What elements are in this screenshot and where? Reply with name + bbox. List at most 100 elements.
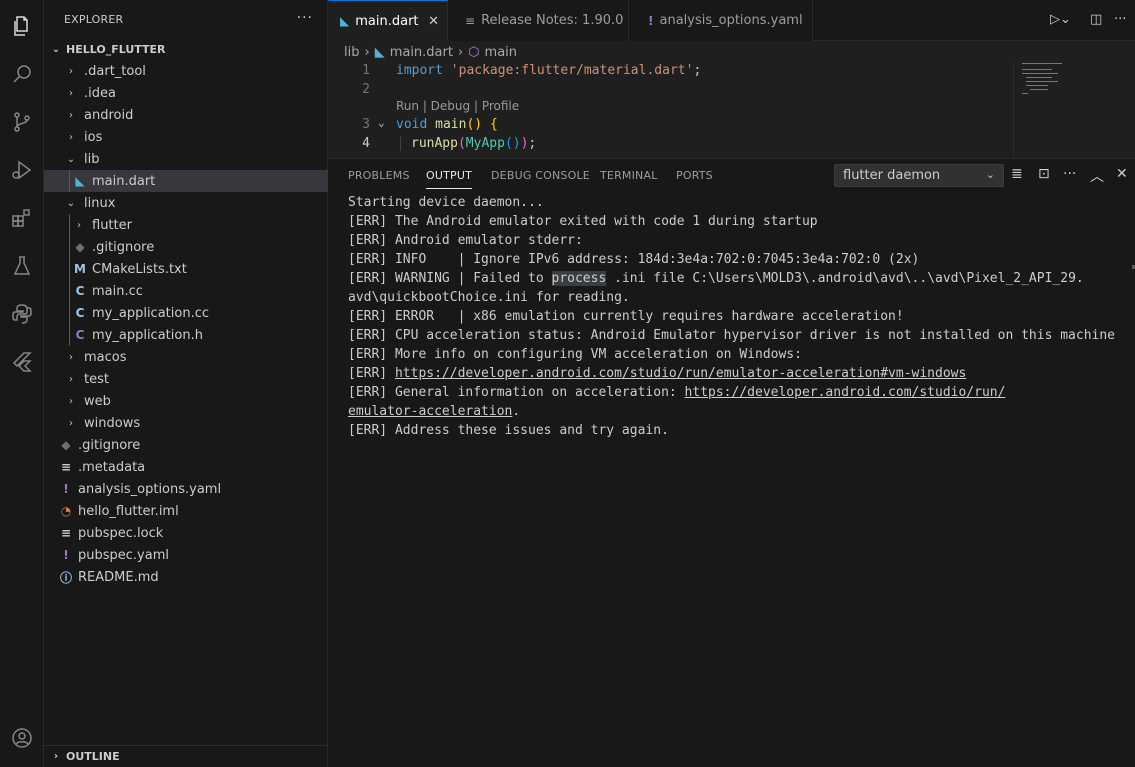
more-actions-icon[interactable]: ··· xyxy=(297,10,313,26)
tree-item[interactable]: ◣ main.dart xyxy=(44,170,328,192)
lines-file-icon: ≡ xyxy=(60,526,72,540)
python-icon[interactable] xyxy=(0,294,44,334)
output-link[interactable]: https://developer.android.com/studio/run… xyxy=(685,385,1006,400)
breadcrumb-folder[interactable]: lib xyxy=(344,45,359,60)
lock-scroll-icon[interactable]: ⊡ xyxy=(1038,166,1050,182)
tree-item-label: .dart_tool xyxy=(84,63,146,79)
tree-item-label: analysis_options.yaml xyxy=(78,481,222,497)
tree-item[interactable]: › test xyxy=(44,368,328,390)
more-actions-icon[interactable]: ··· xyxy=(1114,12,1126,27)
tree-item[interactable]: ⓘ README.md xyxy=(44,566,328,588)
flutter-icon[interactable] xyxy=(0,342,44,382)
tab-problems[interactable]: PROBLEMS xyxy=(348,169,410,182)
tree-item[interactable]: ◆ .gitignore xyxy=(44,236,328,258)
chevron-right-icon: › xyxy=(69,87,73,99)
tree-item[interactable]: ≡ pubspec.lock xyxy=(44,522,328,544)
tree-item[interactable]: › .idea xyxy=(44,82,328,104)
search-icon[interactable] xyxy=(0,54,44,94)
tree-item[interactable]: Cmain.cc xyxy=(44,280,328,302)
code-lens[interactable]: Run | Debug | Profile xyxy=(396,99,519,113)
tab-terminal[interactable]: TERMINAL xyxy=(600,169,658,182)
extensions-icon[interactable] xyxy=(0,198,44,238)
fold-chevron-icon[interactable]: ⌄ xyxy=(378,116,385,129)
project-section-header[interactable]: ⌄ HELLO_FLUTTER xyxy=(44,38,328,60)
tree-item[interactable]: › flutter xyxy=(44,214,328,236)
testing-icon[interactable] xyxy=(0,246,44,286)
tree-item-label: .idea xyxy=(84,85,116,101)
maximize-panel-icon[interactable]: ︿ xyxy=(1090,166,1104,186)
tree-item[interactable]: ! analysis_options.yaml xyxy=(44,478,328,500)
tree-item[interactable]: ⌄ linux xyxy=(44,192,328,214)
tree-item[interactable]: ≡ .metadata xyxy=(44,456,328,478)
tab-main-dart[interactable]: ◣ main.dart ✕ xyxy=(328,0,448,41)
output-line: [ERR] Android emulator stderr: xyxy=(348,233,583,248)
cpp-file-icon: C xyxy=(75,284,85,298)
more-actions-icon[interactable]: ··· xyxy=(1063,166,1076,182)
cmake-file-icon: M xyxy=(74,262,86,276)
output-line: [ERR] INFO | Ignore IPv6 address: 184d:3… xyxy=(348,252,920,267)
run-debug-icon[interactable] xyxy=(0,150,44,190)
split-editor-icon[interactable]: ◫ xyxy=(1090,12,1102,27)
tab-output[interactable]: OUTPUT xyxy=(426,169,473,189)
tree-item-label: main.cc xyxy=(92,283,143,299)
tab-label: analysis_options.yaml xyxy=(659,13,803,28)
code-editor[interactable]: 1 import 'package:flutter/material.dart'… xyxy=(328,63,1135,158)
output-line: [ERR] General information on acceleratio… xyxy=(348,385,1006,400)
tree-item[interactable]: ! pubspec.yaml xyxy=(44,544,328,566)
account-icon[interactable] xyxy=(0,718,44,758)
tree-item[interactable]: › android xyxy=(44,104,328,126)
output-link[interactable]: emulator-acceleration xyxy=(348,404,512,419)
tree-item-label: flutter xyxy=(92,217,132,233)
tree-item[interactable]: › macos xyxy=(44,346,328,368)
chevron-down-icon: ⌄ xyxy=(66,153,76,165)
source-control-icon[interactable] xyxy=(0,102,44,142)
line-number: 1 xyxy=(362,63,370,78)
close-tab-icon[interactable]: ✕ xyxy=(428,14,439,29)
chevron-right-icon: › xyxy=(77,219,81,231)
tree-item-label: linux xyxy=(84,195,116,211)
tree-item-label: pubspec.lock xyxy=(78,525,164,541)
preview-icon: ≡ xyxy=(465,13,476,28)
tree-item[interactable]: ◆ .gitignore xyxy=(44,434,328,456)
tree-item[interactable]: M CMakeLists.txt xyxy=(44,258,328,280)
output-line: [ERR] WARNING | Failed to process .ini f… xyxy=(348,271,1084,286)
run-dropdown-icon[interactable]: ▷⌄ xyxy=(1050,12,1071,27)
output-log[interactable]: Starting device daemon... [ERR] The Andro… xyxy=(348,193,1128,440)
chevron-right-icon: › xyxy=(69,131,73,143)
project-name: HELLO_FLUTTER xyxy=(66,42,166,56)
breadcrumb-symbol[interactable]: main xyxy=(485,45,517,60)
tree-item[interactable]: Cmy_application.cc xyxy=(44,302,328,324)
output-channel-select[interactable]: flutter daemon ⌄ xyxy=(834,164,1004,187)
tree-item[interactable]: › ios xyxy=(44,126,328,148)
tree-item-label: CMakeLists.txt xyxy=(92,261,187,277)
tree-item[interactable]: Cmy_application.h xyxy=(44,324,328,346)
tree-item[interactable]: › web xyxy=(44,390,328,412)
tab-ports[interactable]: PORTS xyxy=(676,169,713,182)
minimap[interactable] xyxy=(1013,63,1133,158)
tree-item[interactable]: ⌄ lib xyxy=(44,148,328,170)
tree-item-label: pubspec.yaml xyxy=(78,547,169,563)
breadcrumb-file[interactable]: main.dart xyxy=(390,45,453,60)
code-line: import 'package:flutter/material.dart'; xyxy=(396,63,702,78)
tree-item[interactable]: › .dart_tool xyxy=(44,60,328,82)
line-number: 4 xyxy=(362,136,370,151)
breadcrumb-separator: › xyxy=(364,44,370,60)
tree-item-label: ios xyxy=(84,129,103,145)
clear-output-icon[interactable]: ≣ xyxy=(1011,166,1023,182)
tab-debug-console[interactable]: DEBUG CONSOLE xyxy=(491,169,590,182)
tree-item[interactable]: ◔ hello_flutter.iml xyxy=(44,500,328,522)
indent-guide xyxy=(69,302,70,324)
explorer-sidebar: EXPLORER ··· ⌄ HELLO_FLUTTER › .dart_tool… xyxy=(44,0,328,767)
output-line: emulator-acceleration. xyxy=(348,404,521,419)
tree-item[interactable]: › windows xyxy=(44,412,328,434)
tree-item-label: my_application.h xyxy=(92,327,203,343)
close-panel-icon[interactable]: ✕ xyxy=(1116,166,1128,182)
tab-analysis-options[interactable]: ! analysis_options.yaml xyxy=(630,0,813,41)
explorer-icon[interactable] xyxy=(0,6,44,46)
activity-bar xyxy=(0,0,44,767)
output-link[interactable]: https://developer.android.com/studio/run… xyxy=(395,366,966,381)
output-line: [ERR] More info on configuring VM accele… xyxy=(348,347,802,362)
rss-file-icon: ◔ xyxy=(60,504,72,518)
outline-section-header[interactable]: › OUTLINE xyxy=(44,745,328,767)
tab-release-notes[interactable]: ≡ Release Notes: 1.90.0 xyxy=(449,0,629,41)
